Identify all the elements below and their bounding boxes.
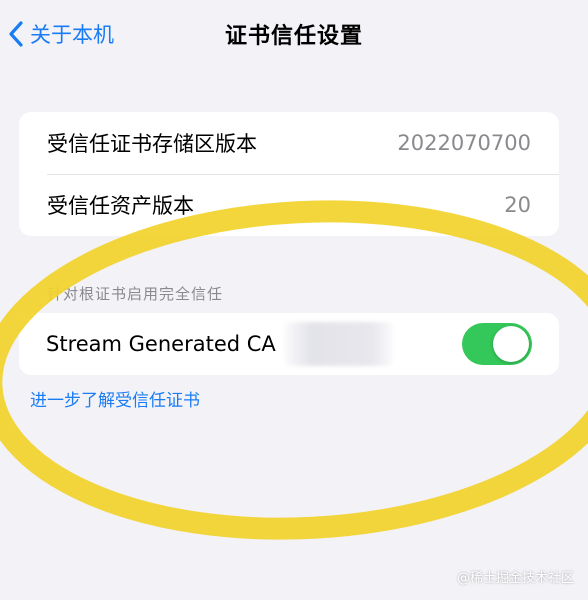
trust-store-version-value: 2022070700 <box>397 131 531 155</box>
certificate-name: Stream Generated CA <box>46 332 276 356</box>
learn-more-link[interactable]: 进一步了解受信任证书 <box>30 386 200 411</box>
toggle-knob <box>493 326 529 362</box>
root-trust-section-header: 针对根证书启用完全信任 <box>47 285 224 303</box>
trust-asset-version-label: 受信任资产版本 <box>47 194 194 218</box>
certificate-row: Stream Generated CA <box>19 313 559 375</box>
certificate-name-container: Stream Generated CA <box>46 322 394 366</box>
root-certificate-group: Stream Generated CA <box>19 313 559 375</box>
navigation-bar: 关于本机 证书信任设置 <box>0 0 588 66</box>
page-title: 证书信任设置 <box>224 24 363 49</box>
trust-asset-version-row: 受信任资产版本 20 <box>19 174 559 236</box>
trust-asset-version-value: 20 <box>504 193 531 217</box>
trust-store-version-row: 受信任证书存储区版本 2022070700 <box>19 112 559 174</box>
versions-group: 受信任证书存储区版本 2022070700 受信任资产版本 20 <box>19 112 559 236</box>
watermark: @稀土掘金技术社区 <box>456 571 574 586</box>
full-trust-toggle[interactable] <box>462 323 532 365</box>
trust-store-version-label: 受信任证书存储区版本 <box>47 132 257 156</box>
redacted-text <box>283 322 394 366</box>
